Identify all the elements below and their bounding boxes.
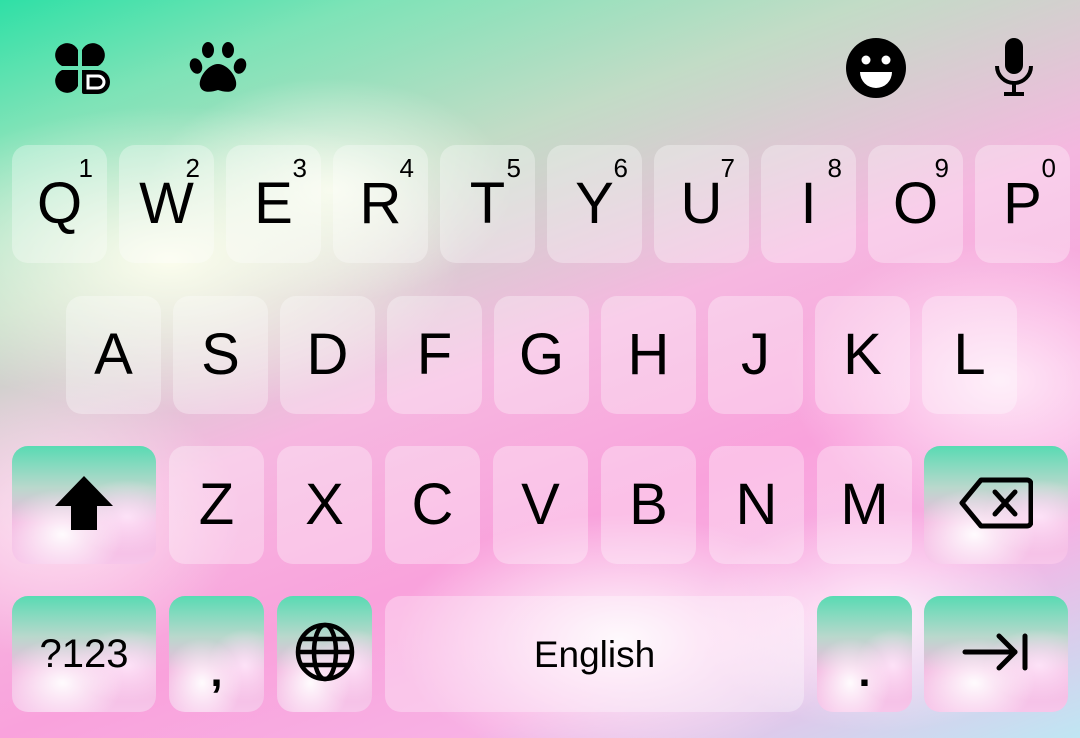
key-label: X: [305, 472, 344, 537]
key-label: A: [94, 322, 133, 387]
key-label: F: [416, 322, 453, 387]
key-z[interactable]: Z: [169, 446, 264, 564]
key-label: M: [840, 472, 889, 537]
key-k[interactable]: K: [815, 296, 910, 414]
key-i[interactable]: I 8: [761, 145, 856, 263]
key-x[interactable]: X: [277, 446, 372, 564]
language-key[interactable]: [277, 596, 372, 712]
key-e[interactable]: E 3: [226, 145, 321, 263]
key-label: E: [254, 171, 293, 236]
paw-icon[interactable]: [186, 36, 250, 100]
key-n[interactable]: N: [709, 446, 804, 564]
key-hint: 2: [185, 153, 200, 183]
comma-key[interactable]: ,: [169, 596, 264, 712]
key-label: G: [518, 322, 565, 387]
key-hint: 9: [934, 153, 949, 183]
key-label: J: [741, 322, 770, 387]
microphone-icon[interactable]: [982, 36, 1046, 100]
key-label: R: [359, 171, 402, 236]
key-label: S: [201, 322, 240, 387]
backspace-icon: [959, 476, 1034, 535]
keyboard: Q 1 W 2 E 3 R 4 T 5 Y 6 U 7 I 8 O 9 P 0 …: [0, 0, 1080, 738]
key-o[interactable]: O 9: [868, 145, 963, 263]
key-label: P: [1003, 171, 1042, 236]
key-hint: 7: [720, 153, 735, 183]
key-hint: 3: [292, 153, 307, 183]
key-label: K: [843, 322, 882, 387]
key-label: D: [306, 322, 349, 387]
space-label: English: [533, 633, 656, 675]
key-p[interactable]: P 0: [975, 145, 1070, 263]
key-m[interactable]: M: [817, 446, 912, 564]
key-label: H: [627, 322, 670, 387]
key-hint: 4: [399, 153, 414, 183]
shift-arrow-icon: [53, 472, 115, 539]
key-label: I: [800, 171, 817, 236]
key-label: O: [892, 171, 939, 236]
key-hint: 6: [613, 153, 628, 183]
key-g[interactable]: G: [494, 296, 589, 414]
key-hint: 0: [1041, 153, 1056, 183]
comma-label: ,: [210, 647, 223, 696]
symbols-key[interactable]: ?123: [12, 596, 156, 712]
key-label: W: [139, 171, 194, 236]
key-hint: 5: [506, 153, 521, 183]
key-a[interactable]: A: [66, 296, 161, 414]
key-t[interactable]: T 5: [440, 145, 535, 263]
key-label: T: [469, 171, 506, 236]
key-label: Q: [36, 171, 83, 236]
shift-key[interactable]: [12, 446, 156, 564]
key-label: V: [521, 472, 560, 537]
key-q[interactable]: Q 1: [12, 145, 107, 263]
emoji-smile-icon[interactable]: [844, 36, 908, 100]
period-label: .: [858, 647, 871, 696]
key-y[interactable]: Y 6: [547, 145, 642, 263]
clover-heart-icon[interactable]: [48, 36, 112, 100]
key-l[interactable]: L: [922, 296, 1017, 414]
key-b[interactable]: B: [601, 446, 696, 564]
key-h[interactable]: H: [601, 296, 696, 414]
key-label: Y: [575, 171, 614, 236]
globe-icon: [294, 621, 356, 688]
key-d[interactable]: D: [280, 296, 375, 414]
key-w[interactable]: W 2: [119, 145, 214, 263]
key-label: L: [953, 322, 986, 387]
key-s[interactable]: S: [173, 296, 268, 414]
key-label: B: [629, 472, 668, 537]
key-label: U: [680, 171, 723, 236]
key-c[interactable]: C: [385, 446, 480, 564]
period-key[interactable]: .: [817, 596, 912, 712]
key-f[interactable]: F: [387, 296, 482, 414]
key-label: N: [735, 472, 778, 537]
backspace-key[interactable]: [924, 446, 1068, 564]
key-u[interactable]: U 7: [654, 145, 749, 263]
key-v[interactable]: V: [493, 446, 588, 564]
key-j[interactable]: J: [708, 296, 803, 414]
key-hint: 8: [827, 153, 842, 183]
space-bar[interactable]: English: [385, 596, 804, 712]
key-hint: 1: [78, 153, 93, 183]
key-label: C: [411, 472, 454, 537]
key-r[interactable]: R 4: [333, 145, 428, 263]
tab-arrow-icon: [961, 630, 1031, 679]
symbols-label: ?123: [39, 632, 129, 676]
key-label: Z: [198, 472, 235, 537]
enter-key[interactable]: [924, 596, 1068, 712]
